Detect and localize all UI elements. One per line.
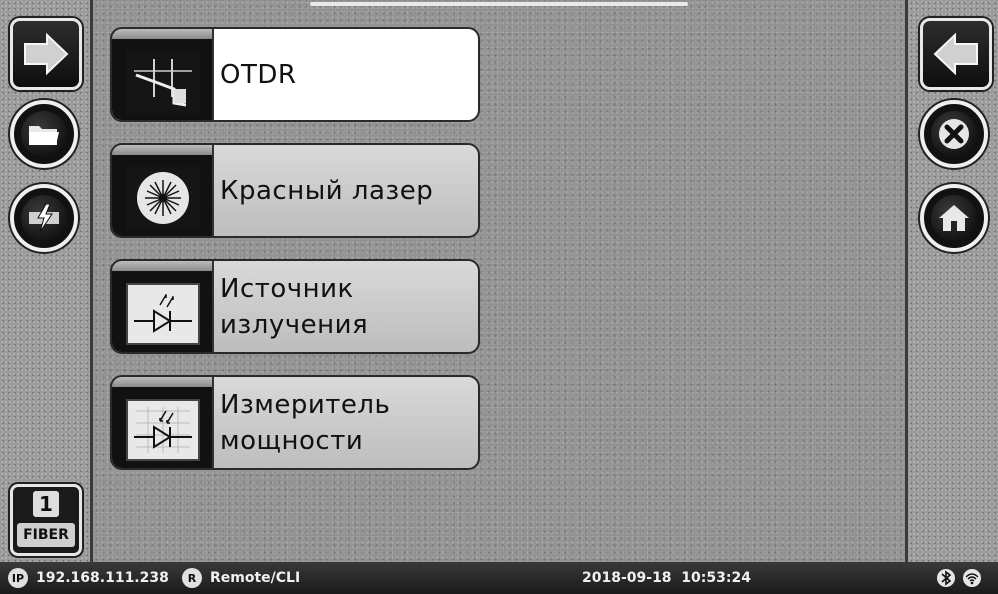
back-arrow-button[interactable]	[920, 18, 992, 90]
wifi-icon	[963, 569, 981, 587]
otdr-trace-icon	[126, 51, 200, 113]
menu-item-red-laser[interactable]: Красный лазер	[110, 143, 480, 238]
ip-status: IP 192.168.111.238	[8, 562, 169, 594]
remote-mode: Remote/CLI	[210, 570, 301, 586]
close-icon	[939, 119, 969, 149]
remote-badge-icon: R	[182, 568, 202, 588]
close-button[interactable]	[920, 100, 988, 168]
top-indicator-line	[310, 2, 688, 6]
red-laser-icon	[126, 167, 200, 229]
power-meter-icon	[126, 399, 200, 461]
connectivity-icons	[936, 562, 982, 594]
menu-item-power-meter[interactable]: Измеритель мощности	[110, 375, 480, 470]
remote-status: R Remote/CLI	[182, 562, 300, 594]
left-toolbar: 1 FIBER	[0, 0, 93, 562]
right-toolbar	[905, 0, 998, 562]
folder-icon	[29, 126, 59, 145]
ip-address: 192.168.111.238	[36, 570, 169, 586]
device-screen: 1 FIBER OTDR Красный лазер Источник излу…	[0, 0, 998, 594]
open-folder-button[interactable]	[10, 100, 78, 168]
menu-item-light-source[interactable]: Источник излучения	[110, 259, 480, 354]
arrow-right-icon	[24, 32, 69, 76]
menu-item-otdr[interactable]: OTDR	[110, 27, 480, 122]
ip-badge-icon: IP	[8, 568, 28, 588]
status-bar: IP 192.168.111.238 R Remote/CLI 2018-09-…	[0, 562, 998, 594]
menu-item-label: Измеритель мощности	[220, 389, 391, 456]
bluetooth-icon	[937, 569, 955, 587]
datetime: 2018-09-18 10:53:24	[582, 570, 751, 586]
menu-item-label: Источник излучения	[220, 273, 369, 340]
fiber-check-button[interactable]	[10, 184, 78, 252]
fiber-select-button[interactable]: 1 FIBER	[10, 484, 82, 556]
home-button[interactable]	[920, 184, 988, 252]
arrow-left-icon	[933, 32, 978, 76]
fiber-check-icon	[29, 203, 59, 233]
menu-item-label: OTDR	[220, 59, 297, 90]
light-source-icon	[126, 283, 200, 345]
menu-item-label: Красный лазер	[220, 175, 434, 206]
forward-arrow-button[interactable]	[10, 18, 82, 90]
fiber-number: 1	[33, 491, 59, 517]
home-icon	[939, 205, 969, 231]
fiber-label: FIBER	[17, 523, 75, 547]
